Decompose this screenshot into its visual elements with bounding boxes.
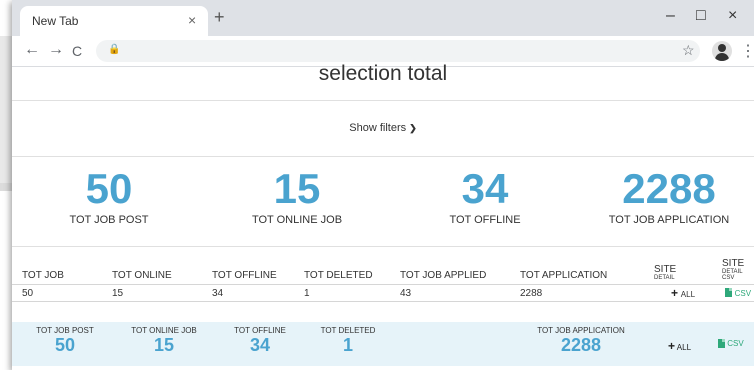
summary-label: TOT ONLINE JOB bbox=[131, 326, 197, 335]
file-icon bbox=[718, 339, 725, 349]
cell: 34 bbox=[202, 284, 294, 302]
totals-table: TOT JOB TOT ONLINE TOT OFFLINE TOT DELET… bbox=[12, 255, 754, 302]
summary-value: 34 bbox=[249, 335, 271, 355]
stat-label: TOT OFFLINE bbox=[449, 214, 521, 226]
summary-all-button[interactable]: + ALL bbox=[668, 339, 691, 353]
summary-csv-button[interactable]: CSV bbox=[718, 339, 744, 349]
lock-icon: 🔒 bbox=[108, 44, 121, 55]
summary-value: 15 bbox=[153, 335, 175, 355]
summary-tot-online-job: TOT ONLINE JOB 15 bbox=[116, 326, 212, 355]
new-tab-icon[interactable]: + bbox=[214, 7, 225, 28]
page-title: selection total bbox=[318, 62, 448, 85]
stat-tot-online-job: 15 TOT ONLINE JOB bbox=[212, 165, 382, 227]
stat-tot-offline: 34 TOT OFFLINE bbox=[400, 165, 570, 227]
show-filters-button[interactable]: Show filters ❯ bbox=[12, 122, 754, 134]
col-header: TOT OFFLINE bbox=[202, 255, 294, 285]
minimize-icon[interactable]: – bbox=[666, 7, 675, 25]
tab-new-tab[interactable]: New Tab × bbox=[20, 6, 208, 36]
csv-label: CSV bbox=[727, 339, 744, 348]
cell: 43 bbox=[390, 284, 510, 302]
stat-tot-job-application: 2288 TOT JOB APPLICATION bbox=[584, 165, 754, 227]
divider bbox=[12, 100, 754, 101]
table-header-row: TOT JOB TOT ONLINE TOT OFFLINE TOT DELET… bbox=[12, 255, 754, 285]
stat-value: 2288 bbox=[622, 165, 716, 212]
csv-label: CSV bbox=[734, 288, 752, 298]
summary-tot-job-post: TOT JOB POST 50 bbox=[24, 326, 106, 355]
tab-title: New Tab bbox=[32, 14, 79, 28]
col-header: TOT ONLINE bbox=[102, 255, 202, 285]
cell: 2288 bbox=[510, 284, 644, 302]
summary-tot-offline: TOT OFFLINE 34 bbox=[220, 326, 300, 355]
stat-label: TOT ONLINE JOB bbox=[251, 214, 343, 226]
all-label: ALL bbox=[676, 343, 692, 352]
chevron-down-icon: ❯ bbox=[409, 123, 417, 133]
stat-value: 50 bbox=[85, 165, 133, 212]
col-header: TOT APPLICATION bbox=[510, 255, 644, 285]
all-label: ALL bbox=[680, 290, 696, 299]
col-header-sub: DETAIL CSV bbox=[722, 269, 743, 281]
summary-tot-deleted: TOT DELETED 1 bbox=[312, 326, 384, 355]
cell: 15 bbox=[102, 284, 202, 302]
profile-avatar-icon[interactable] bbox=[712, 41, 732, 61]
site-detail-all-button[interactable]: + ALL bbox=[644, 284, 712, 302]
cell: 50 bbox=[12, 284, 102, 302]
browser-window: New Tab × + – □ × ← → C 🔒 ☆ ⋮ selection … bbox=[12, 0, 754, 370]
tab-close-icon[interactable]: × bbox=[188, 12, 196, 28]
stat-label: TOT JOB POST bbox=[69, 214, 149, 226]
summary-label: TOT OFFLINE bbox=[234, 326, 286, 335]
summary-label: TOT JOB POST bbox=[36, 326, 94, 335]
browser-menu-icon[interactable]: ⋮ bbox=[740, 41, 754, 61]
col-header: TOT JOB bbox=[12, 255, 102, 285]
tab-strip: New Tab × + – □ × bbox=[12, 0, 754, 36]
col-header-sub: DETAIL bbox=[654, 275, 675, 281]
summary-tot-job-application: TOT JOB APPLICATION 2288 bbox=[526, 326, 636, 355]
bookmark-star-icon[interactable]: ☆ bbox=[682, 42, 695, 59]
divider bbox=[12, 156, 754, 157]
stat-value: 15 bbox=[273, 165, 321, 212]
summary-label: TOT JOB APPLICATION bbox=[537, 326, 625, 335]
back-arrow-icon[interactable]: ← bbox=[24, 41, 40, 59]
stat-tot-job-post: 50 TOT JOB POST bbox=[24, 165, 194, 227]
summary-label: TOT DELETED bbox=[320, 326, 376, 335]
summary-bar: TOT JOB POST 50 TOT ONLINE JOB 15 TOT OF… bbox=[12, 322, 754, 366]
stat-value: 34 bbox=[461, 165, 509, 212]
address-bar[interactable]: 🔒 bbox=[96, 40, 700, 62]
maximize-icon[interactable]: □ bbox=[696, 7, 706, 25]
col-header-site-detail: SITE DETAIL bbox=[644, 255, 712, 285]
cell: 1 bbox=[294, 284, 390, 302]
close-window-icon[interactable]: × bbox=[728, 7, 737, 25]
col-header: TOT JOB APPLIED bbox=[390, 255, 510, 285]
col-header-title: SITE bbox=[654, 264, 677, 275]
summary-value: 2288 bbox=[560, 335, 602, 355]
site-detail-csv-button[interactable]: CSV bbox=[712, 284, 754, 302]
table-row: 50 15 34 1 43 2288 + ALL CSV bbox=[12, 284, 754, 302]
plus-icon: + bbox=[670, 286, 678, 300]
col-header-title: SITE bbox=[722, 258, 745, 269]
show-filters-label: Show filters bbox=[349, 122, 407, 134]
stat-label: TOT JOB APPLICATION bbox=[608, 214, 730, 226]
summary-value: 1 bbox=[342, 335, 353, 355]
divider bbox=[12, 246, 754, 247]
col-header: TOT DELETED bbox=[294, 255, 390, 285]
reload-icon[interactable]: C bbox=[72, 43, 82, 59]
file-icon bbox=[724, 288, 732, 298]
forward-arrow-icon[interactable]: → bbox=[48, 41, 64, 59]
summary-value: 50 bbox=[54, 335, 76, 355]
plus-icon: + bbox=[668, 339, 676, 353]
col-header-site-detail-csv: SITE DETAIL CSV bbox=[712, 255, 754, 285]
